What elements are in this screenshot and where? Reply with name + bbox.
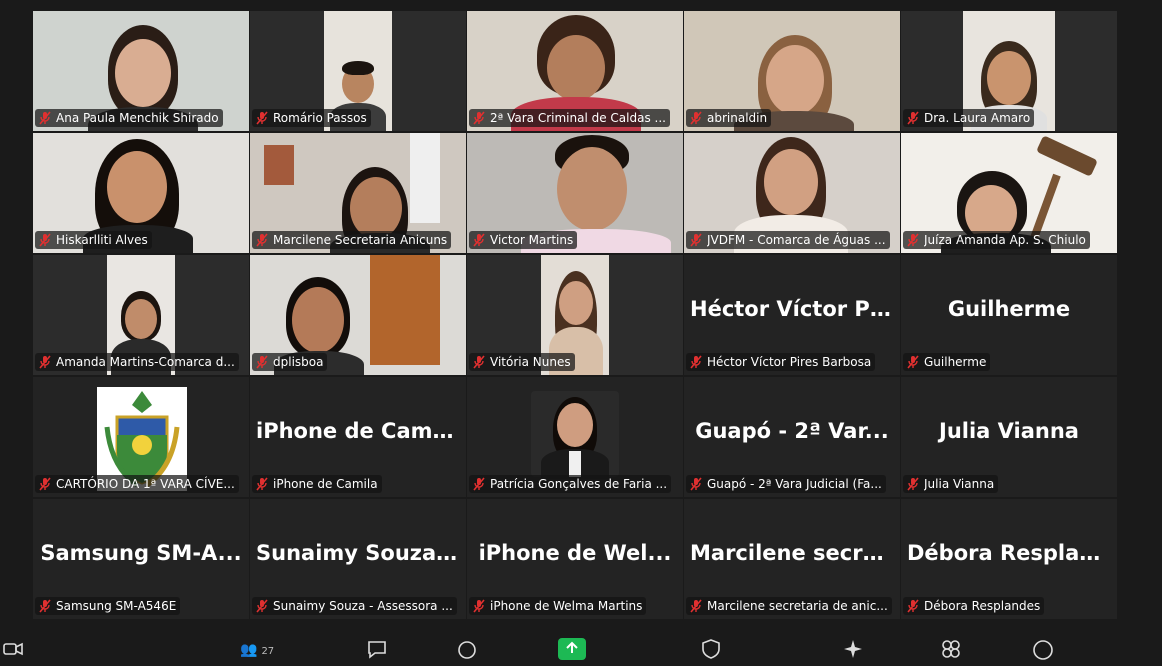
video-grid: Ana Paula Menchik Shirado Romário Passos…: [33, 11, 1118, 623]
participant-tile-7[interactable]: Marcilene Secretaria Anicuns: [250, 133, 466, 253]
participant-name-label: Dra. Laura Amaro: [903, 109, 1035, 127]
share-screen-icon[interactable]: [558, 638, 586, 660]
participant-display-name: Sunaimy Souza...: [256, 541, 461, 565]
muted-mic-icon: [472, 355, 486, 369]
participant-tile-4[interactable]: abrinaldin: [684, 11, 900, 131]
muted-mic-icon: [255, 233, 269, 247]
chat-icon[interactable]: [366, 638, 388, 660]
participant-name-label: Héctor Víctor Pires Barbosa: [686, 353, 876, 371]
participant-name-label: Hiskarlliti Alves: [35, 231, 152, 249]
participant-tile-23[interactable]: iPhone de Wel... iPhone de Welma Martins: [467, 499, 683, 619]
participant-name-label: abrinaldin: [686, 109, 772, 127]
participant-name-label: Victor Martins: [469, 231, 578, 249]
participant-display-name: iPhone de Camila: [256, 419, 462, 443]
camera-icon[interactable]: [2, 638, 24, 660]
participant-tile-9[interactable]: JVDFM - Comarca de Águas ...: [684, 133, 900, 253]
participant-tile-13[interactable]: Vitória Nunes: [467, 255, 683, 375]
participant-tile-15[interactable]: Guilherme Guilherme: [901, 255, 1117, 375]
participant-name-label: Vitória Nunes: [469, 353, 575, 371]
participant-display-name: Samsung SM-A...: [40, 541, 242, 565]
muted-mic-icon: [906, 233, 920, 247]
muted-mic-icon: [906, 477, 920, 491]
participant-name-label: Marcilene Secretaria Anicuns: [252, 231, 452, 249]
muted-mic-icon: [38, 111, 52, 125]
participant-display-name: Julia Vianna: [939, 419, 1079, 443]
muted-mic-icon: [472, 111, 486, 125]
muted-mic-icon: [689, 111, 703, 125]
muted-mic-icon: [38, 599, 52, 613]
participant-display-name: Marcilene secre...: [690, 541, 900, 565]
participant-tile-18[interactable]: Patrícia Gonçalves de Faria ...: [467, 377, 683, 497]
participant-tile-17[interactable]: iPhone de Camila iPhone de Camila: [250, 377, 466, 497]
muted-mic-icon: [906, 599, 920, 613]
muted-mic-icon: [689, 477, 703, 491]
participant-name-label: iPhone de Welma Martins: [469, 597, 647, 615]
muted-mic-icon: [906, 355, 920, 369]
participant-tile-8[interactable]: Victor Martins: [467, 133, 683, 253]
muted-mic-icon: [689, 599, 703, 613]
apps-icon[interactable]: [940, 638, 962, 660]
participant-tile-14[interactable]: Héctor Víctor Pi... Héctor Víctor Pires …: [684, 255, 900, 375]
muted-mic-icon: [906, 111, 920, 125]
muted-mic-icon: [472, 233, 486, 247]
muted-mic-icon: [689, 355, 703, 369]
participant-display-name: iPhone de Wel...: [478, 541, 672, 565]
meeting-toolbar: 👥 27: [0, 628, 1162, 660]
participant-name-label: Marcilene secretaria de anic...: [686, 597, 892, 615]
participant-tile-12[interactable]: dplisboa: [250, 255, 466, 375]
more-icon[interactable]: [1032, 638, 1054, 660]
participant-name-label: Julia Vianna: [903, 475, 999, 493]
participant-name-label: Samsung SM-A546E: [35, 597, 181, 615]
reactions-icon[interactable]: [456, 638, 478, 660]
participant-tile-24[interactable]: Marcilene secre... Marcilene secretaria …: [684, 499, 900, 619]
participant-name-label: Juíza Amanda Ap. S. Chiulo: [903, 231, 1090, 249]
participant-name-label: Sunaimy Souza - Assessora ...: [252, 597, 457, 615]
participant-name-label: Romário Passos: [252, 109, 371, 127]
participant-name-label: dplisboa: [252, 353, 328, 371]
participant-display-name: Guilherme: [947, 297, 1071, 321]
participant-name-label: Débora Resplandes: [903, 597, 1045, 615]
muted-mic-icon: [38, 355, 52, 369]
security-shield-icon[interactable]: [700, 638, 722, 660]
participant-tile-19[interactable]: Guapó - 2ª Var... Guapó - 2ª Vara Judici…: [684, 377, 900, 497]
participant-display-name: Héctor Víctor Pi...: [690, 297, 900, 321]
participant-name-label: Guilherme: [903, 353, 991, 371]
participant-tile-25[interactable]: Débora Resplan... Débora Resplandes: [901, 499, 1117, 619]
participant-tile-10[interactable]: Juíza Amanda Ap. S. Chiulo: [901, 133, 1117, 253]
muted-mic-icon: [255, 599, 269, 613]
participant-display-name: Guapó - 2ª Var...: [695, 419, 889, 443]
participant-name-label: 2ª Vara Criminal de Caldas ...: [469, 109, 670, 127]
participant-name-label: iPhone de Camila: [252, 475, 382, 493]
muted-mic-icon: [472, 477, 486, 491]
muted-mic-icon: [38, 477, 52, 491]
participants-button[interactable]: 👥 27: [240, 638, 300, 660]
muted-mic-icon: [38, 233, 52, 247]
muted-mic-icon: [255, 111, 269, 125]
muted-mic-icon: [472, 599, 486, 613]
participant-name-label: Guapó - 2ª Vara Judicial (Fa...: [686, 475, 886, 493]
muted-mic-icon: [255, 477, 269, 491]
participant-tile-11[interactable]: Amanda Martins-Comarca d...: [33, 255, 249, 375]
ai-sparkle-icon[interactable]: [842, 638, 864, 660]
participant-display-name: Débora Resplan...: [907, 541, 1117, 565]
participant-avatar: [531, 391, 619, 479]
muted-mic-icon: [689, 233, 703, 247]
participant-tile-16[interactable]: CARTÓRIO DA 1ª VARA CÍVE...: [33, 377, 249, 497]
muted-mic-icon: [255, 355, 269, 369]
participant-name-label: Patrícia Gonçalves de Faria ...: [469, 475, 672, 493]
participant-tile-3[interactable]: 2ª Vara Criminal de Caldas ...: [467, 11, 683, 131]
participant-name-label: JVDFM - Comarca de Águas ...: [686, 231, 890, 249]
participant-tile-2[interactable]: Romário Passos: [250, 11, 466, 131]
participant-tile-20[interactable]: Julia Vianna Julia Vianna: [901, 377, 1117, 497]
participant-tile-21[interactable]: Samsung SM-A... Samsung SM-A546E: [33, 499, 249, 619]
participant-tile-1[interactable]: Ana Paula Menchik Shirado: [33, 11, 249, 131]
participant-tile-6[interactable]: Hiskarlliti Alves: [33, 133, 249, 253]
participants-icon: 👥: [240, 642, 258, 658]
participant-name-label: Ana Paula Menchik Shirado: [35, 109, 223, 127]
participant-name-label: Amanda Martins-Comarca d...: [35, 353, 239, 371]
participant-tile-22[interactable]: Sunaimy Souza... Sunaimy Souza - Assesso…: [250, 499, 466, 619]
participant-tile-5[interactable]: Dra. Laura Amaro: [901, 11, 1117, 131]
participant-name-label: CARTÓRIO DA 1ª VARA CÍVE...: [35, 475, 239, 493]
